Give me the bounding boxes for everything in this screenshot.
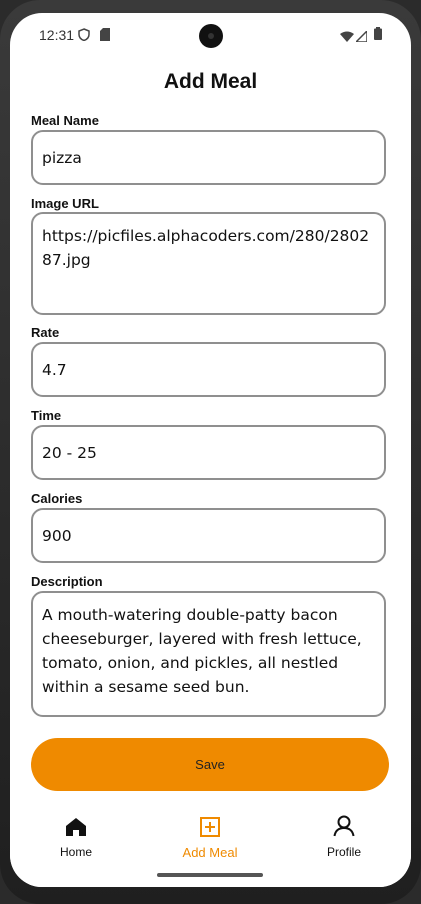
- calories-field[interactable]: 900: [31, 508, 386, 563]
- meal-name-label: Meal Name: [31, 113, 99, 128]
- time-value: 20 - 25: [42, 443, 97, 462]
- nav-item-home[interactable]: Home: [31, 814, 121, 859]
- page-title: Add Meal: [163, 70, 258, 93]
- meal-name-value: pizza: [42, 148, 82, 167]
- rate-label: Rate: [31, 325, 60, 340]
- description-label: Description: [31, 574, 103, 589]
- sd-card-icon: [100, 28, 110, 46]
- description-field[interactable]: A mouth-watering double-patty bacon chee…: [31, 591, 386, 717]
- status-bar: 12:31: [10, 13, 411, 53]
- person-icon: [333, 815, 355, 842]
- app-screen: 12:31 Add Meal Meal Name pizza Image URL: [10, 13, 411, 887]
- calories-label: Calories: [31, 491, 83, 506]
- nav-item-profile[interactable]: Profile: [299, 814, 389, 859]
- meal-name-field[interactable]: pizza: [31, 130, 386, 185]
- wifi-icon: [340, 29, 354, 47]
- nav-item-add-meal[interactable]: Add Meal: [165, 814, 255, 860]
- signal-icon: [354, 29, 368, 47]
- rate-field[interactable]: 4.7: [31, 342, 386, 397]
- description-value: A mouth-watering double-patty bacon chee…: [42, 606, 362, 696]
- shield-icon: [78, 28, 90, 46]
- battery-icon: [374, 27, 382, 45]
- image-url-field[interactable]: https://picfiles.alphacoders.com/280/280…: [31, 212, 386, 315]
- home-icon: [65, 817, 87, 842]
- status-time: 12:31: [39, 27, 75, 43]
- image-url-label: Image URL: [31, 196, 99, 211]
- front-camera: [199, 24, 223, 48]
- image-url-value: https://picfiles.alphacoders.com/280/280…: [42, 227, 370, 269]
- device-frame: 12:31 Add Meal Meal Name pizza Image URL: [0, 0, 421, 904]
- save-button[interactable]: Save: [31, 738, 389, 791]
- nav-label-add-meal: Add Meal: [182, 845, 238, 860]
- time-label: Time: [31, 408, 62, 423]
- rate-value: 4.7: [42, 360, 67, 379]
- add-box-icon: [200, 817, 220, 842]
- nav-label-home: Home: [59, 845, 92, 859]
- home-indicator: [157, 873, 263, 877]
- time-field[interactable]: 20 - 25: [31, 425, 386, 480]
- nav-label-profile: Profile: [326, 845, 361, 859]
- calories-value: 900: [42, 526, 72, 545]
